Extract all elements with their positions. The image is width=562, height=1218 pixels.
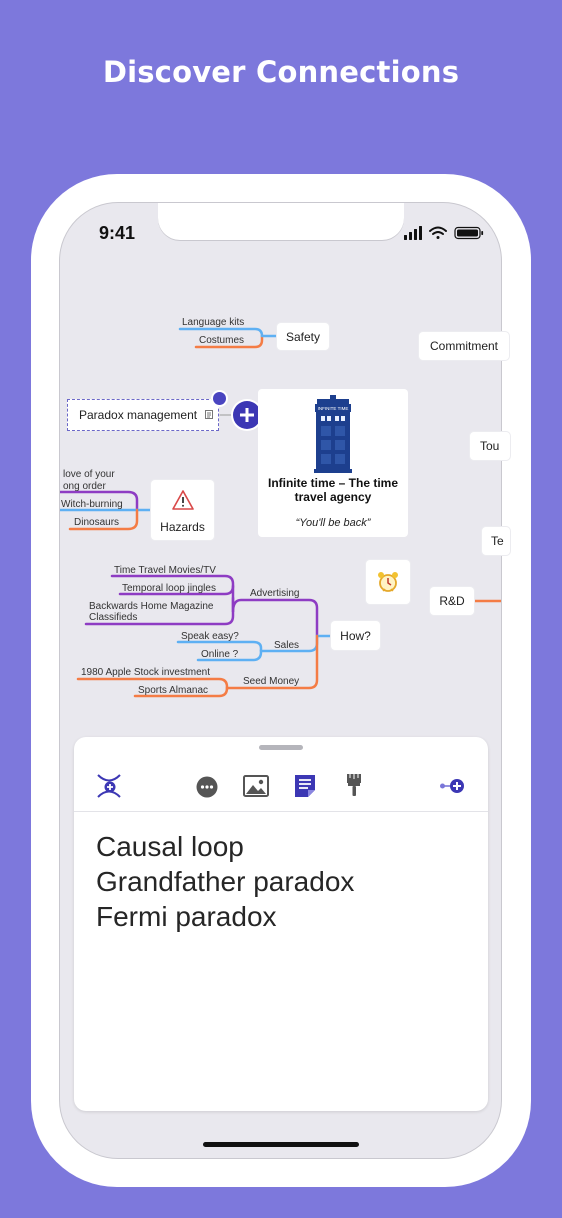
branch-label[interactable]: Advertising <box>250 588 299 599</box>
node-label: R&D <box>439 594 465 608</box>
node-label: How? <box>340 628 371 643</box>
sign-text: INFINITE TIME <box>318 406 349 411</box>
alarm-clock-icon <box>378 572 398 592</box>
branch-label[interactable]: Speak easy? <box>181 631 239 642</box>
notes-button[interactable] <box>293 774 317 803</box>
node-paradox-management[interactable]: Paradox management <box>67 399 219 431</box>
branch-label[interactable]: Classifieds <box>89 612 137 623</box>
branch-label[interactable]: Costumes <box>199 335 244 346</box>
node-tou[interactable]: Tou <box>470 432 510 460</box>
node-te[interactable]: Te <box>482 527 510 555</box>
branch-label[interactable]: Sales <box>274 640 299 651</box>
branch-label[interactable]: Time Travel Movies/TV <box>114 565 216 576</box>
add-topic-icon <box>440 779 464 793</box>
add-child-button[interactable] <box>233 401 261 429</box>
branch-label[interactable]: ong order <box>63 481 106 492</box>
branch-label[interactable]: love of your <box>63 469 115 480</box>
more-button[interactable] <box>196 776 218 803</box>
note-line: Causal loop <box>96 831 244 862</box>
note-line: Grandfather paradox <box>96 866 355 897</box>
node-label: Te <box>491 534 504 548</box>
node-label: Tou <box>480 439 500 453</box>
connect-button[interactable] <box>96 773 122 804</box>
branch-label[interactable]: Dinosaurs <box>74 517 119 528</box>
node-how[interactable]: How? <box>331 621 380 650</box>
image-button[interactable] <box>243 775 269 802</box>
notch <box>158 203 404 240</box>
node-rd[interactable]: R&D <box>430 587 474 615</box>
more-icon <box>196 776 218 798</box>
status-time: 9:41 <box>99 223 136 243</box>
note-indicator-icon <box>205 408 214 422</box>
signal-icon <box>404 226 422 240</box>
branch-label[interactable]: Backwards Home Magazine <box>89 601 214 612</box>
node-commitment[interactable]: Commitment <box>419 332 509 360</box>
node-label: Paradox management <box>79 408 198 422</box>
plus-icon <box>240 408 254 422</box>
central-topic[interactable]: INFINITE TIME Infinite time – The time t… <box>258 389 408 537</box>
branch-label[interactable]: Witch-burning <box>61 499 123 510</box>
panel-grabber[interactable] <box>259 745 303 750</box>
toolbar-divider <box>74 811 488 812</box>
node-hazards[interactable]: Hazards <box>151 480 214 540</box>
branch-label[interactable]: Seed Money <box>243 676 299 687</box>
node-alarm[interactable] <box>366 560 410 604</box>
node-safety[interactable]: Safety <box>277 323 329 350</box>
add-topic-button[interactable] <box>439 777 465 800</box>
home-indicator[interactable] <box>203 1142 359 1147</box>
police-box-image: INFINITE TIME <box>314 395 352 473</box>
branch-label[interactable]: Temporal loop jingles <box>122 583 216 594</box>
notes-panel: Causal loop Grandfather paradox Fermi pa… <box>74 737 488 1111</box>
node-label: Hazards <box>160 520 205 534</box>
branch-label[interactable]: 1980 Apple Stock investment <box>81 667 210 678</box>
node-label: Commitment <box>430 339 499 353</box>
connect-icon <box>97 774 121 798</box>
central-title: Infinite time – The time travel agency <box>267 476 399 504</box>
branch-label[interactable]: Language kits <box>182 317 244 328</box>
status-icons <box>404 226 484 240</box>
brush-icon <box>347 774 361 796</box>
node-label: Safety <box>285 329 321 344</box>
style-button[interactable] <box>346 773 362 802</box>
wifi-icon <box>429 226 447 239</box>
branch-label[interactable]: Sports Almanac <box>138 685 208 696</box>
branch-label[interactable]: Online ? <box>201 649 238 660</box>
note-line: Fermi paradox <box>96 901 277 932</box>
drag-handle[interactable] <box>213 392 226 405</box>
notes-text[interactable]: Causal loop Grandfather paradox Fermi pa… <box>96 829 354 934</box>
image-icon <box>243 775 269 797</box>
warning-icon <box>172 490 194 510</box>
central-tagline: “You'll be back” <box>295 517 371 529</box>
battery-icon <box>454 226 484 240</box>
notes-icon <box>295 775 315 797</box>
